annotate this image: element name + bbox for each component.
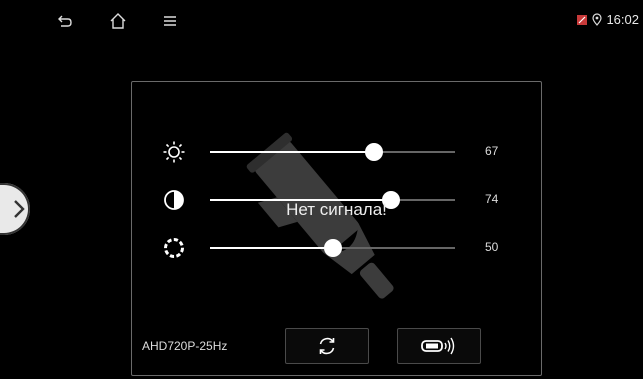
clock: 16:02	[606, 12, 639, 27]
brightness-slider[interactable]	[210, 143, 455, 161]
camera-switch-button[interactable]	[397, 328, 481, 364]
saturation-row: 50	[162, 236, 522, 260]
location-icon	[592, 13, 603, 26]
no-signal-message: Нет сигнала!	[286, 200, 387, 219]
brightness-row: 67	[162, 140, 522, 164]
status-indicators: 16:02	[576, 12, 639, 27]
brightness-fill	[210, 151, 375, 153]
refresh-icon	[319, 337, 335, 355]
brightness-value: 67	[485, 144, 499, 158]
status-bar: 16:02	[0, 0, 643, 40]
saturation-value: 50	[485, 240, 499, 254]
video-mode-label: AHD720P-25Hz	[142, 339, 228, 353]
chevron-right-icon	[14, 200, 25, 218]
home-button[interactable]	[106, 10, 130, 32]
home-icon	[110, 13, 126, 29]
saturation-fill	[210, 247, 333, 249]
side-panel-handle[interactable]	[0, 183, 30, 235]
sim-icon	[577, 14, 588, 25]
video-settings-panel: 67 74 50 Нет сигнала! AHD720P-25Hz	[131, 81, 542, 376]
refresh-button[interactable]	[285, 328, 369, 364]
menu-button[interactable]	[158, 10, 182, 32]
camera-switch-icon	[421, 337, 455, 355]
saturation-icon	[164, 238, 184, 258]
back-icon	[58, 15, 72, 27]
saturation-slider[interactable]	[210, 239, 455, 257]
menu-icon	[164, 16, 176, 26]
saturation-thumb[interactable]	[323, 239, 342, 257]
brightness-icon	[163, 141, 185, 163]
back-button[interactable]	[53, 10, 77, 32]
brightness-thumb[interactable]	[365, 143, 384, 161]
